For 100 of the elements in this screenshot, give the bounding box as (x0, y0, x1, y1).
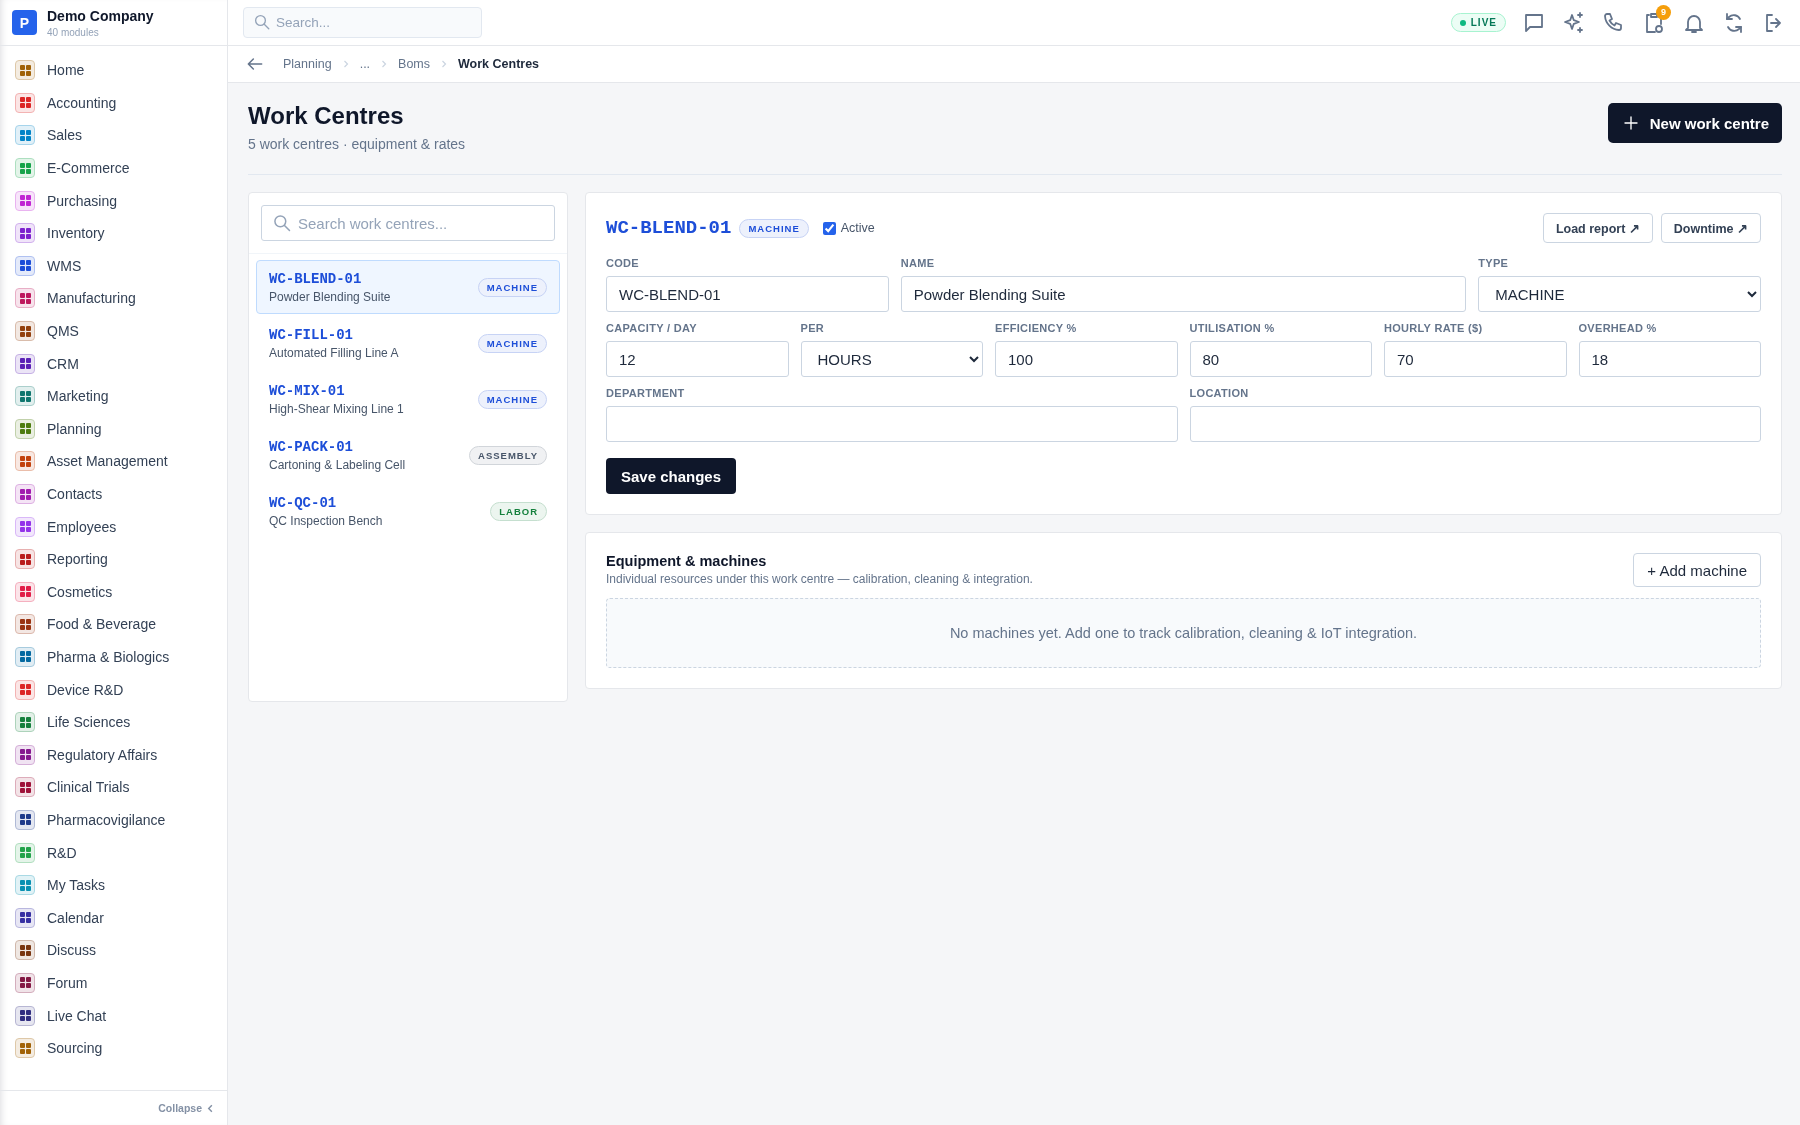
input-field[interactable]: 12 (606, 341, 789, 377)
sidebar-item[interactable]: My Tasks (15, 868, 106, 902)
sidebar-item[interactable]: Device R&D (15, 673, 124, 706)
sidebar-item[interactable]: R&D (15, 836, 77, 869)
sidebar-item[interactable]: Cosmetics (15, 575, 113, 609)
module-icon (15, 60, 35, 81)
add-machine-button[interactable]: + Add machine (1633, 553, 1761, 587)
company-logo: P (12, 10, 37, 35)
breadcrumb[interactable]: Boms (398, 57, 431, 71)
ai-button[interactable] (1562, 10, 1586, 35)
sidebar-item[interactable]: Discuss (15, 934, 96, 967)
sidebar-item[interactable]: Employees (15, 510, 117, 543)
search-field[interactable]: Search work centres... (261, 205, 555, 241)
sidebar-item[interactable]: Life Sciences (15, 705, 131, 739)
chevron-icon (380, 60, 389, 68)
sidebar-item[interactable]: WMS (15, 249, 82, 283)
work-centre-item[interactable]: WC-FILL-01 Automated Filling Line A MACHINE (256, 316, 560, 370)
type-badge: MACHINE (477, 389, 547, 409)
save-button[interactable]: Save changes (606, 458, 737, 494)
input-field[interactable] (606, 406, 1178, 442)
select-field[interactable]: MACHINE (1478, 276, 1761, 312)
module-icon (15, 875, 35, 896)
sidebar-item[interactable]: Marketing (15, 379, 109, 413)
input-field[interactable]: 70 (1384, 341, 1567, 377)
module-icon (15, 223, 35, 244)
search-field[interactable]: Search... (243, 7, 482, 38)
sidebar-item[interactable]: Forum (15, 966, 88, 1000)
company-name: Demo Company (47, 7, 154, 24)
field-label: NAME (900, 257, 936, 269)
module-icon (15, 679, 35, 700)
type-badge: MACHINE (477, 277, 547, 297)
sidebar-item[interactable]: E-Commerce (15, 151, 130, 185)
module-icon (15, 777, 35, 798)
sidebar-item[interactable]: Sales (15, 119, 83, 152)
sidebar-item[interactable]: Purchasing (15, 184, 118, 217)
sidebar-item[interactable]: CRM (15, 347, 79, 380)
module-icon (15, 712, 35, 733)
type-badge: MACHINE (739, 218, 809, 238)
work-centre-code: WC-QC-01 (269, 494, 337, 511)
field-label: EFFICIENCY % (995, 322, 1078, 334)
work-centre-item[interactable]: WC-MIX-01 High-Shear Mixing Line 1 MACHINE (256, 372, 560, 426)
sidebar-item[interactable]: Reporting (15, 542, 108, 576)
module-icon (15, 549, 35, 570)
plus-icon (1621, 114, 1640, 132)
sidebar-item[interactable]: Pharma & Biologics (15, 640, 170, 674)
active-checkbox[interactable] (822, 221, 836, 235)
module-icon (15, 647, 35, 667)
sidebar-item[interactable]: Food & Beverage (15, 608, 156, 641)
work-centre-item[interactable]: WC-QC-01 QC Inspection Bench LABOR (256, 484, 560, 538)
sidebar-item[interactable]: Accounting (15, 86, 117, 120)
work-centre-name: Powder Blending Suite (269, 289, 391, 304)
report-link-button[interactable]: Load report ↗ (1542, 213, 1653, 243)
sidebar-item[interactable]: Asset Management (15, 445, 168, 478)
input-field[interactable]: 18 (1578, 341, 1761, 377)
search-icon (272, 213, 292, 233)
chevron-icon (440, 60, 449, 68)
module-icon (15, 321, 35, 342)
work-centre-name: Automated Filling Line A (269, 345, 399, 360)
sidebar-item[interactable]: QMS (15, 314, 79, 348)
sidebar-item[interactable]: Live Chat (15, 999, 107, 1032)
input-field[interactable]: Powder Blending Suite (900, 276, 1467, 312)
module-icon (15, 614, 35, 635)
input-field[interactable] (1189, 406, 1761, 442)
sidebar-item[interactable]: Sourcing (15, 1031, 103, 1065)
sidebar-item[interactable]: Calendar (15, 901, 104, 935)
work-centre-code: WC-MIX-01 (269, 382, 345, 399)
sidebar-item[interactable]: Clinical Trials (15, 771, 130, 804)
module-icon (15, 158, 35, 179)
sidebar-item[interactable]: Contacts (15, 477, 103, 511)
module-icon (15, 255, 35, 276)
module-icon (15, 972, 35, 993)
sparkle-icon (1562, 10, 1586, 35)
input-field[interactable]: WC-BLEND-01 (606, 276, 889, 312)
module-icon (15, 484, 35, 504)
report-link-button[interactable]: Downtime ↗ (1660, 213, 1761, 243)
work-centre-item[interactable]: WC-PACK-01 Cartoning & Labeling Cell ASSEMBLY (256, 428, 560, 482)
sidebar-item[interactable]: Manufacturing (15, 282, 136, 315)
sidebar-item[interactable]: Pharmacovigilance (15, 803, 166, 837)
sidebar-item[interactable]: Planning (15, 412, 102, 446)
input-field[interactable]: 100 (995, 341, 1178, 377)
sidebar-item[interactable]: Inventory (15, 216, 105, 250)
work-centre-item[interactable]: WC-BLEND-01 Powder Blending Suite MACHINE (256, 260, 560, 314)
work-centre-code: WC-PACK-01 (269, 438, 353, 455)
breadcrumb[interactable]: Planning (283, 57, 332, 71)
field-label: HOURLY RATE ($) (1384, 322, 1484, 334)
field-label: UTILISATION % (1189, 322, 1276, 334)
new-work-centre-button[interactable]: New work centre (1607, 103, 1782, 143)
module-icon (15, 744, 35, 765)
sidebar-item[interactable]: Regulatory Affairs (15, 738, 158, 772)
page-title: Work Centres (248, 102, 404, 130)
live-badge: LIVE (1450, 13, 1506, 32)
section-title: Equipment & machines (606, 553, 768, 569)
type-badge: ASSEMBLY (469, 445, 547, 465)
sidebar-item[interactable]: Home (15, 54, 85, 87)
field-label: CODE (606, 257, 640, 269)
select-field[interactable]: HOURS (800, 341, 983, 377)
breadcrumb[interactable]: ... (359, 57, 371, 71)
module-icon (15, 1005, 35, 1026)
work-centre-name: QC Inspection Bench (269, 513, 383, 528)
input-field[interactable]: 80 (1189, 341, 1372, 377)
